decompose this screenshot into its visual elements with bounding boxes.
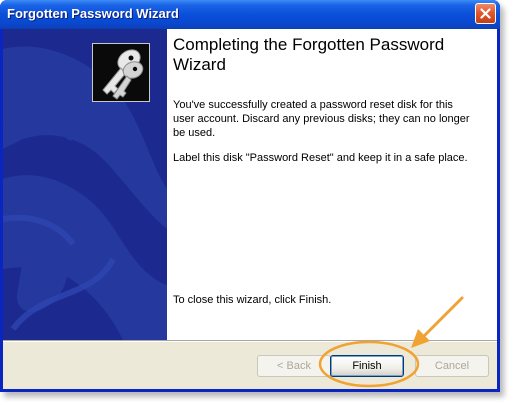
success-message: You've successfully created a password r… [173,99,470,139]
window-title: Forgotten Password Wizard [7,6,179,21]
close-icon [480,8,491,19]
wizard-window: Forgotten Password Wizard Completing the… [0,0,500,392]
wizard-content: Completing the Forgotten Password Wizard… [173,29,491,340]
finish-button[interactable]: Finish [330,355,404,377]
wizard-heading: Completing the Forgotten Password Wizard [173,35,445,74]
wizard-side-panel [3,29,167,340]
keys-icon [102,49,144,100]
screenshot-canvas: Forgotten Password Wizard Completing the… [0,0,517,405]
wizard-keys-image [92,43,150,102]
close-instruction: To close this wizard, click Finish. [173,294,332,306]
title-bar[interactable]: Forgotten Password Wizard [0,0,500,29]
back-button[interactable]: < Back [257,355,331,377]
cancel-button[interactable]: Cancel [415,355,489,377]
label-instruction: Label this disk "Password Reset" and kee… [173,152,468,164]
close-button[interactable] [475,3,496,24]
button-bar: < Back Finish Cancel [3,342,497,389]
wizard-client-area: Completing the Forgotten Password Wizard… [3,29,497,389]
